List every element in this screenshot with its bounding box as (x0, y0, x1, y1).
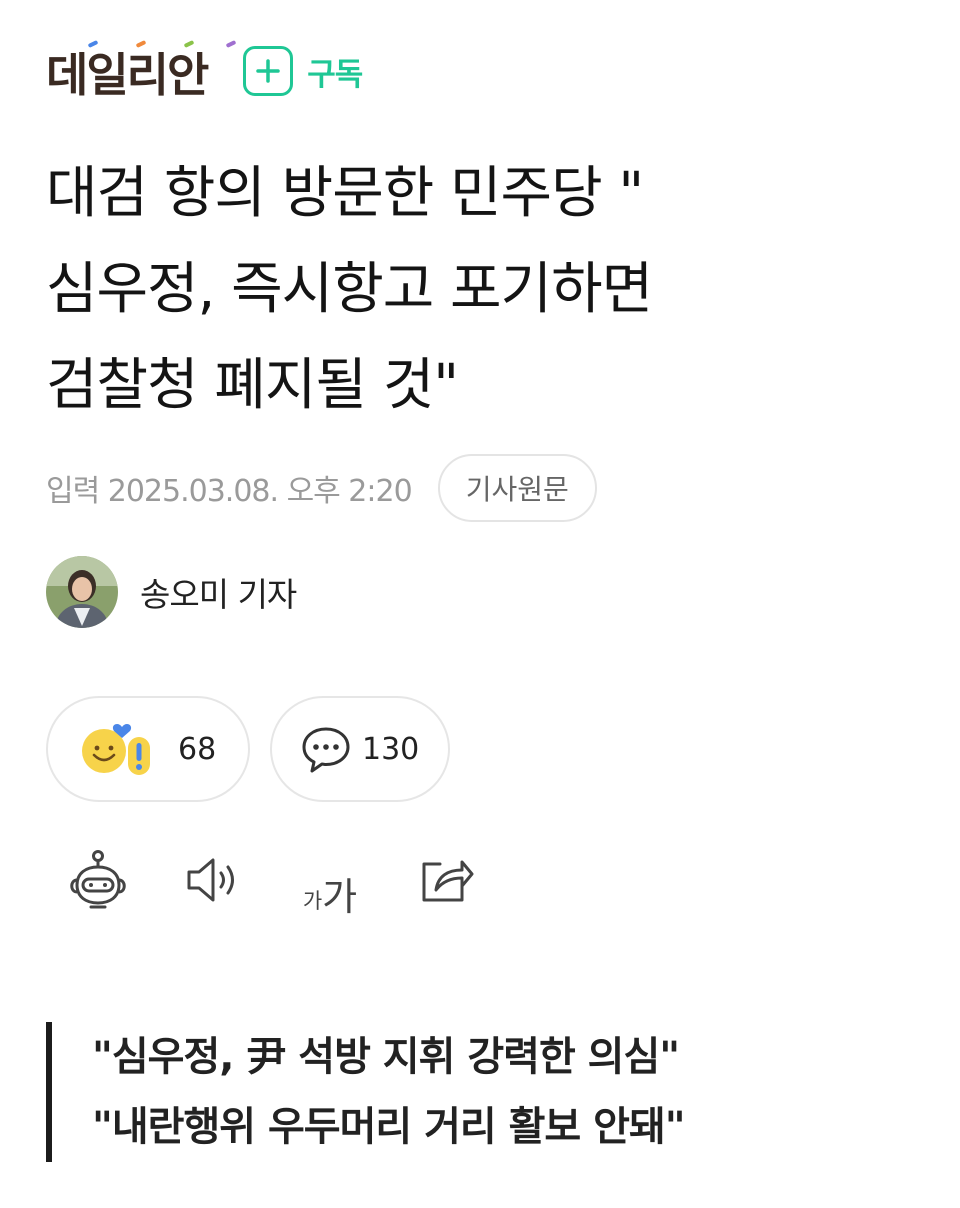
author-byline[interactable]: 송오미 기자 (46, 556, 297, 628)
font-size-small-glyph: 가 (302, 889, 323, 913)
press-logo[interactable]: 데일리안 (46, 40, 236, 98)
share-button[interactable] (410, 844, 482, 916)
reaction-count: 68 (178, 731, 217, 767)
share-icon (422, 860, 474, 902)
article-toolbar: 가 가 (62, 840, 482, 920)
reaction-button[interactable]: 68 (46, 696, 250, 802)
headline-line: 심우정, 즉시항고 포기하면 (46, 257, 653, 322)
headline-line: 검찰청 폐지될 것" (46, 353, 459, 418)
published-date: 입력 2025.03.08. 오후 2:20 (46, 474, 413, 509)
plus-icon (243, 46, 294, 96)
font-size-large-glyph: 가 (322, 875, 358, 919)
author-avatar (46, 556, 118, 628)
headline-line: 대검 항의 방문한 민주당 " (46, 161, 644, 226)
subscribe-label: 구독 (307, 56, 363, 93)
robot-summary-button[interactable] (62, 844, 134, 916)
article-headline: 대검 항의 방문한 민주당 " 심우정, 즉시항고 포기하면 검찰청 폐지될 것… (46, 146, 916, 434)
speaker-icon (187, 858, 234, 902)
robot-summary-icon (70, 850, 126, 909)
header: 데일리안 구독 (46, 34, 363, 108)
comment-bubble-icon (302, 727, 350, 773)
logo-text: 데일리안 (46, 48, 209, 102)
subhead-line: "심우정, 尹 석방 지휘 강력한 의심" (92, 1034, 680, 1080)
comment-button[interactable]: 130 (270, 696, 450, 802)
reaction-bar: 68 130 (46, 696, 450, 802)
article-subheads: "심우정, 尹 석방 지휘 강력한 의심" "내란행위 우두머리 거리 활보 안… (46, 1022, 686, 1162)
emoji-reaction-icon (82, 724, 150, 775)
comment-count: 130 (362, 731, 420, 767)
original-article-button[interactable]: 기사원문 (437, 454, 597, 522)
subscribe-button[interactable]: 구독 (243, 46, 363, 96)
subhead-line: "내란행위 우두머리 거리 활보 안돼" (92, 1104, 686, 1150)
font-size-button[interactable]: 가 가 (294, 844, 366, 916)
text-to-speech-button[interactable] (178, 844, 250, 916)
author-name: 송오미 기자 (140, 575, 297, 614)
article-meta: 입력 2025.03.08. 오후 2:20 기사원문 (46, 452, 597, 524)
logo-accent-dots (88, 40, 236, 48)
